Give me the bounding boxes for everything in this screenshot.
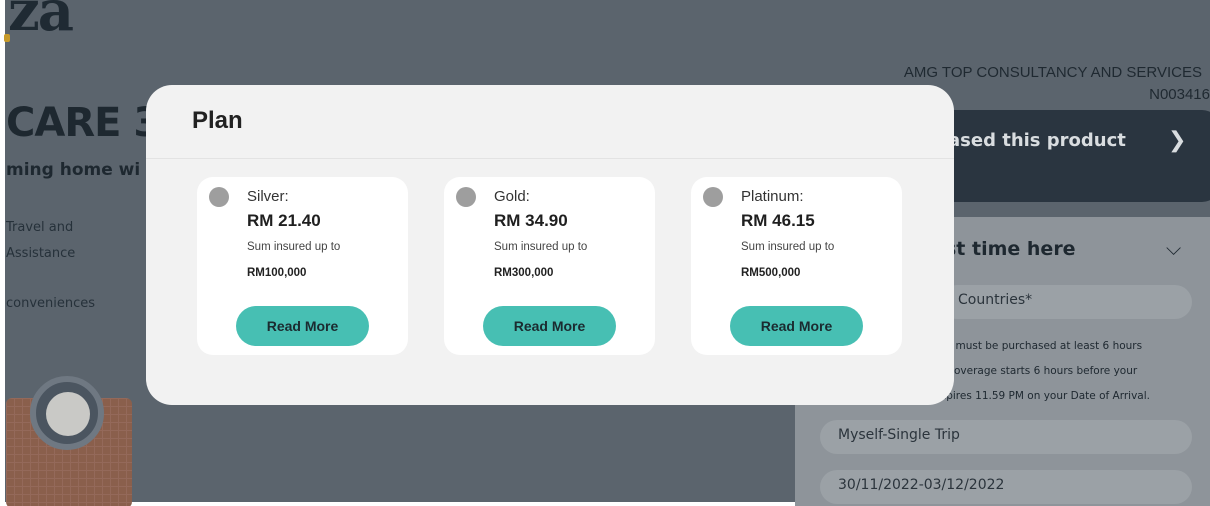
brand-logo: za — [8, 0, 74, 44]
plan-modal: Plan Silver: RM 21.40 Sum insured up to … — [146, 85, 954, 405]
plan-sum-value: RM100,000 — [247, 267, 307, 279]
plan-name: Silver: — [247, 188, 289, 205]
plan-sum-label: Sum insured up to — [247, 241, 341, 253]
plan-price: RM 21.40 — [247, 211, 321, 230]
modal-divider — [146, 158, 954, 159]
travel-date-field[interactable]: 30/11/2022-03/12/2022 — [820, 470, 1192, 504]
feature-text: conveniences — [6, 296, 96, 311]
company-name: AMG TOP CONSULTANCY AND SERVICES — [903, 64, 1202, 81]
company-code: N003416 — [1149, 86, 1210, 103]
plan-radio-silver[interactable] — [209, 187, 229, 207]
plan-sum-label: Sum insured up to — [494, 241, 588, 253]
modal-title: Plan — [192, 107, 243, 134]
read-more-button-gold[interactable]: Read More — [483, 306, 616, 346]
feature-text: Travel and — [6, 220, 74, 235]
plan-name: Gold: — [494, 188, 530, 205]
plan-price: RM 46.15 — [741, 211, 815, 230]
plan-radio-gold[interactable] — [456, 187, 476, 207]
read-more-button-platinum[interactable]: Read More — [730, 306, 863, 346]
plan-card-silver[interactable]: Silver: RM 21.40 Sum insured up to RM100… — [197, 177, 408, 355]
hat-image-center — [46, 392, 90, 436]
countries-field[interactable]: Countries* — [940, 285, 1192, 319]
chevron-down-icon[interactable]: ⌵ — [1166, 236, 1181, 260]
purchased-product-label: ased this product — [948, 130, 1126, 151]
chevron-right-icon: ❯ — [1168, 128, 1187, 153]
plan-sum-label: Sum insured up to — [741, 241, 835, 253]
page-edge — [0, 0, 5, 506]
product-subtitle: ming home wi — [6, 160, 141, 180]
plan-card-gold[interactable]: Gold: RM 34.90 Sum insured up to RM300,0… — [444, 177, 655, 355]
plan-card-platinum[interactable]: Platinum: RM 46.15 Sum insured up to RM5… — [691, 177, 902, 355]
read-more-button-silver[interactable]: Read More — [236, 306, 369, 346]
plan-sum-value: RM300,000 — [494, 267, 554, 279]
plan-price: RM 34.90 — [494, 211, 568, 230]
coverage-note: . Coverage starts 6 hours before your — [940, 365, 1138, 377]
coverage-note: ns must be purchased at least 6 hours — [940, 340, 1143, 352]
plan-name: Platinum: — [741, 188, 804, 205]
plan-sum-value: RM500,000 — [741, 267, 801, 279]
feature-text: Assistance — [6, 246, 76, 261]
plan-radio-platinum[interactable] — [703, 187, 723, 207]
coverage-note: xpires 11.59 PM on your Date of Arrival. — [940, 390, 1150, 402]
trip-type-field[interactable]: Myself-Single Trip — [820, 420, 1192, 454]
quote-panel-title: st time here — [945, 238, 1076, 260]
